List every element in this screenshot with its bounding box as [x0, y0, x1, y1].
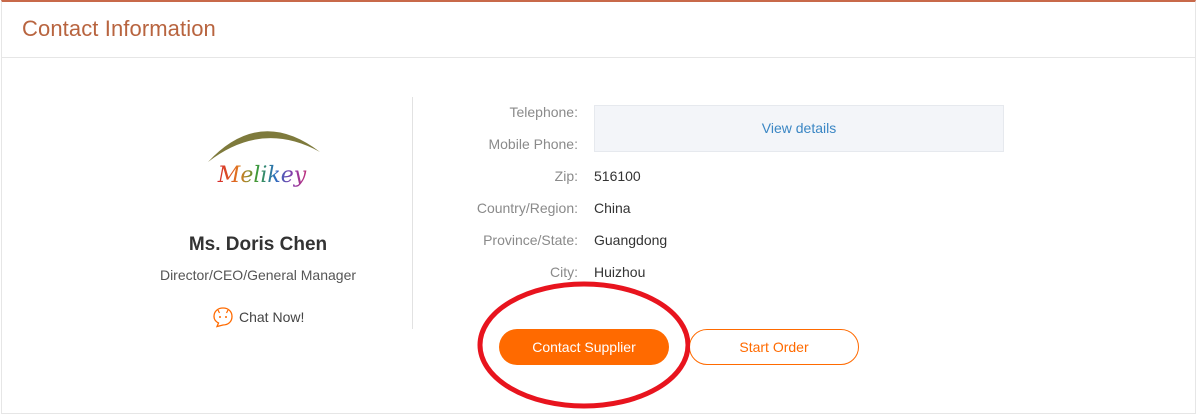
city-label: City:: [550, 264, 578, 280]
view-details-link[interactable]: View details: [595, 120, 1003, 136]
chat-now-label: Chat Now!: [239, 309, 305, 325]
company-logo-text: Melikey: [217, 163, 307, 188]
panel-title: Contact Information: [22, 16, 216, 41]
mobile-phone-label: Mobile Phone:: [488, 136, 578, 152]
hidden-contact-box: View details: [594, 105, 1004, 152]
province-state-label: Province/State:: [483, 232, 578, 248]
company-logo: Melikey: [208, 131, 320, 188]
chat-icon: [213, 307, 233, 328]
panel-header: Contact Information: [2, 2, 1195, 58]
chat-now-link[interactable]: Chat Now!: [212, 306, 304, 328]
zip-label: Zip:: [554, 168, 578, 184]
start-order-button[interactable]: Start Order: [689, 329, 859, 365]
country-region-value: China: [594, 200, 631, 216]
contact-supplier-button[interactable]: Contact Supplier: [499, 329, 669, 365]
contact-person-title: Director/CEO/General Manager: [159, 267, 357, 283]
contact-person-name: Ms. Doris Chen: [188, 234, 328, 255]
zip-value: 516100: [594, 168, 641, 184]
telephone-label: Telephone:: [509, 104, 578, 120]
country-region-label: Country/Region:: [476, 200, 578, 216]
province-state-value: Guangdong: [594, 232, 668, 248]
city-value: Huizhou: [594, 264, 646, 280]
